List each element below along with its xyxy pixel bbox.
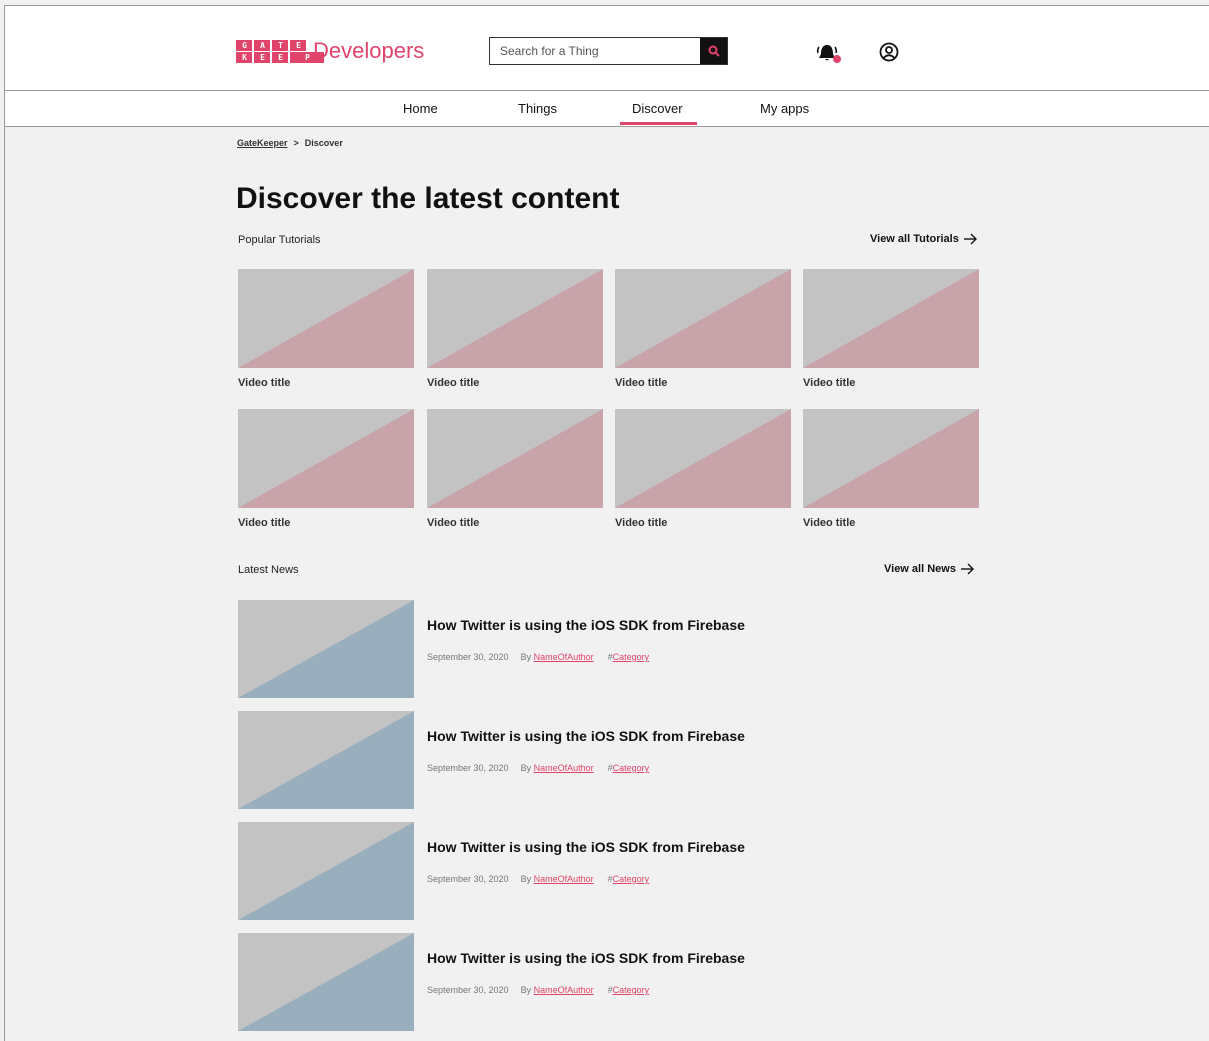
news-category-link[interactable]: Category xyxy=(613,652,650,662)
tutorial-card[interactable]: Video title xyxy=(427,409,603,529)
search-icon xyxy=(708,45,720,57)
tutorial-card[interactable]: Video title xyxy=(615,269,791,389)
logo-letter: K xyxy=(236,51,252,63)
news-item: How Twitter is using the iOS SDK from Fi… xyxy=(238,600,938,698)
nav-discover[interactable]: Discover xyxy=(632,101,683,116)
news-item: How Twitter is using the iOS SDK from Fi… xyxy=(238,933,938,1031)
news-date: September 30, 2020 xyxy=(427,652,509,662)
tutorial-card[interactable]: Video title xyxy=(803,269,979,389)
news-date: September 30, 2020 xyxy=(427,763,509,773)
tutorial-card[interactable]: Video title xyxy=(615,409,791,529)
tutorial-card[interactable]: Video title xyxy=(238,409,414,529)
popular-tutorials-label: Popular Tutorials xyxy=(238,234,321,246)
tutorial-card[interactable]: Video title xyxy=(803,409,979,529)
video-title: Video title xyxy=(615,377,668,389)
news-item: How Twitter is using the iOS SDK from Fi… xyxy=(238,822,938,920)
news-date: September 30, 2020 xyxy=(427,874,509,884)
logo-letter: E xyxy=(272,51,288,63)
video-title: Video title xyxy=(803,377,856,389)
page-title: Discover the latest content xyxy=(236,182,620,215)
user-account-icon[interactable] xyxy=(879,42,899,62)
video-title: Video title xyxy=(803,517,856,529)
breadcrumb-separator: > xyxy=(293,138,299,148)
news-thumbnail[interactable] xyxy=(238,600,414,698)
nav-my-apps[interactable]: My apps xyxy=(760,101,809,116)
news-by-label: By xyxy=(520,985,532,995)
active-nav-indicator xyxy=(620,122,697,125)
logo-letter: E xyxy=(254,51,270,63)
news-author-link[interactable]: NameOfAuthor xyxy=(534,874,594,884)
news-meta: September 30, 2020 By NameOfAuthor #Catego… xyxy=(427,763,649,773)
search-input[interactable] xyxy=(490,38,700,64)
news-meta: September 30, 2020 By NameOfAuthor #Catego… xyxy=(427,874,649,884)
news-title[interactable]: How Twitter is using the iOS SDK from Fi… xyxy=(427,617,745,633)
news-meta: September 30, 2020 By NameOfAuthor #Catego… xyxy=(427,652,649,662)
arrow-right-icon xyxy=(960,563,974,575)
notification-bell-icon[interactable] xyxy=(816,41,842,65)
news-thumbnail[interactable] xyxy=(238,711,414,809)
nav-things[interactable]: Things xyxy=(518,101,557,116)
video-title: Video title xyxy=(615,517,668,529)
logo-letter: A xyxy=(254,39,270,51)
news-by-label: By xyxy=(520,652,532,662)
video-thumbnail xyxy=(427,409,603,508)
news-title[interactable]: How Twitter is using the iOS SDK from Fi… xyxy=(427,839,745,855)
video-title: Video title xyxy=(427,377,480,389)
video-title: Video title xyxy=(238,377,291,389)
news-by-label: By xyxy=(520,763,532,773)
view-all-tutorials-link[interactable]: View all Tutorials xyxy=(870,233,978,245)
news-thumbnail[interactable] xyxy=(238,933,414,1031)
view-all-news-link[interactable]: View all News xyxy=(884,563,975,575)
logo-letter: G xyxy=(236,39,252,51)
nav-home[interactable]: Home xyxy=(403,101,438,116)
news-author-link[interactable]: NameOfAuthor xyxy=(534,652,594,662)
latest-news-label: Latest News xyxy=(238,564,299,576)
gatekeeper-logo[interactable]: G A T E K E E P Developers xyxy=(236,38,424,64)
news-meta: September 30, 2020 By NameOfAuthor #Catego… xyxy=(427,985,649,995)
tutorial-card[interactable]: Video title xyxy=(238,269,414,389)
arrow-right-icon xyxy=(963,233,977,245)
news-item: How Twitter is using the iOS SDK from Fi… xyxy=(238,711,938,809)
news-category-link[interactable]: Category xyxy=(613,763,650,773)
video-thumbnail xyxy=(803,409,979,508)
tutorial-card[interactable]: Video title xyxy=(427,269,603,389)
view-all-news-label: View all News xyxy=(884,563,956,575)
video-thumbnail xyxy=(238,269,414,368)
search-box xyxy=(489,37,728,65)
video-thumbnail xyxy=(615,269,791,368)
video-thumbnail xyxy=(427,269,603,368)
logo-mark: G A T E K E E P xyxy=(236,39,324,63)
news-author-link[interactable]: NameOfAuthor xyxy=(534,763,594,773)
video-title: Video title xyxy=(238,517,291,529)
logo-letter: E xyxy=(290,39,306,51)
news-title[interactable]: How Twitter is using the iOS SDK from Fi… xyxy=(427,950,745,966)
news-date: September 30, 2020 xyxy=(427,985,509,995)
news-by-label: By xyxy=(520,874,532,884)
breadcrumb-current: Discover xyxy=(304,138,343,148)
news-thumbnail[interactable] xyxy=(238,822,414,920)
main-nav-bar xyxy=(5,90,1209,127)
logo-text: Developers xyxy=(313,38,425,63)
breadcrumb-root-link[interactable]: GateKeeper xyxy=(237,138,288,148)
view-all-tutorials-label: View all Tutorials xyxy=(870,233,959,245)
breadcrumb: GateKeeper > Discover xyxy=(237,138,343,148)
video-thumbnail xyxy=(803,269,979,368)
logo-letter: T xyxy=(272,39,288,51)
video-thumbnail xyxy=(615,409,791,508)
news-title[interactable]: How Twitter is using the iOS SDK from Fi… xyxy=(427,728,745,744)
search-button[interactable] xyxy=(700,38,727,64)
video-title: Video title xyxy=(427,517,480,529)
video-thumbnail xyxy=(238,409,414,508)
news-category-link[interactable]: Category xyxy=(613,985,650,995)
news-author-link[interactable]: NameOfAuthor xyxy=(534,985,594,995)
news-category-link[interactable]: Category xyxy=(613,874,650,884)
